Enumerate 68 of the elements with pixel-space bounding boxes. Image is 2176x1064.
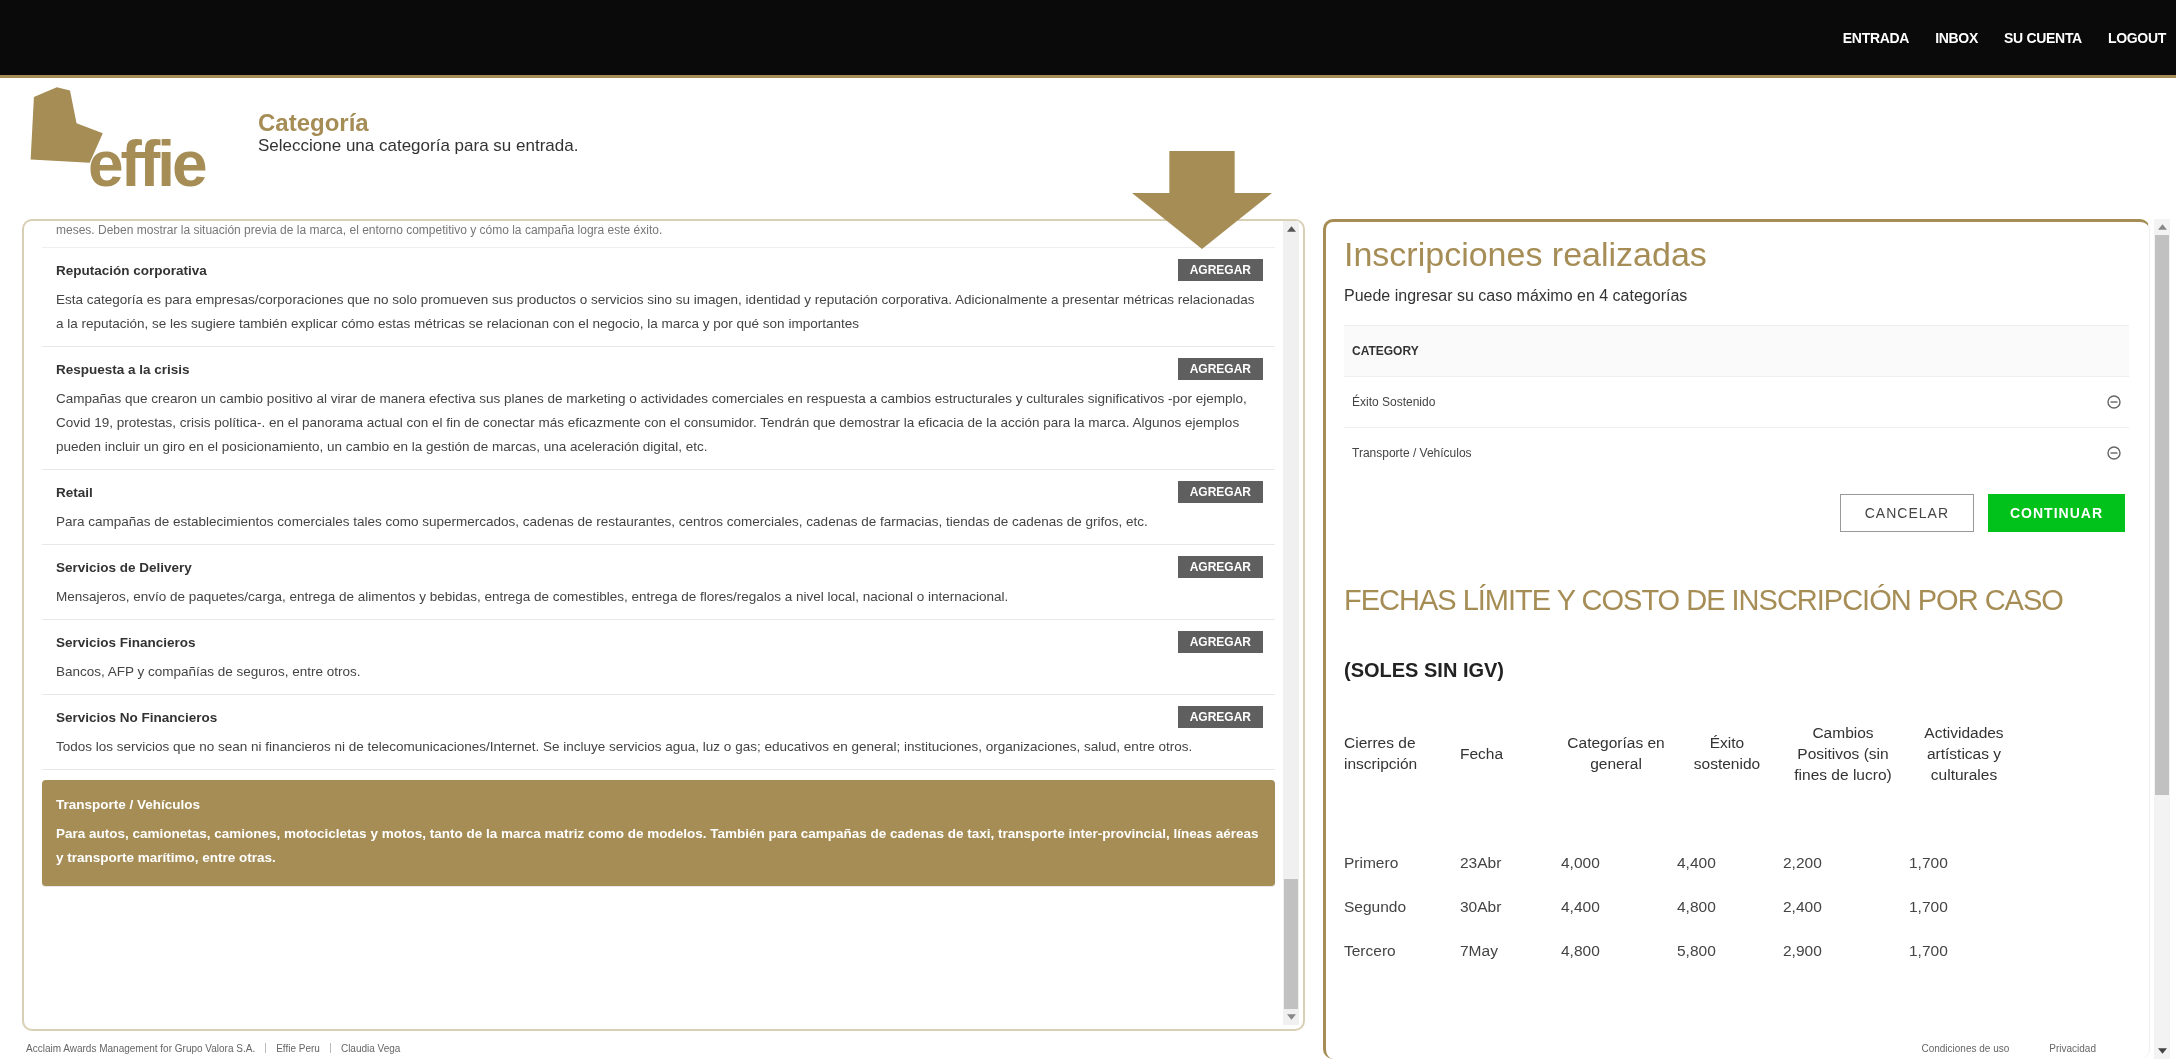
logo-text: effie [88,132,205,196]
nav-link[interactable]: INBOX [1935,29,1978,46]
cancel-button[interactable]: CANCELAR [1839,493,1974,532]
table-cell-text: 4,400 [1677,852,1717,873]
table-cell-text: 7May [1460,940,1499,961]
category-title: Transporte / Vehículos [56,796,201,812]
footer-link[interactable]: Claudia Vega [340,1042,401,1054]
nav-link[interactable]: LOGOUT [2107,29,2166,46]
table-cell-text: 2,200 [1783,852,1823,873]
footer-link[interactable]: Condiciones de uso [1921,1042,2010,1054]
column-header: CATEGORY [1344,324,2129,377]
category-description: Para campañas de establecimientos comerciales tales como supermercados, cadenas de restaurantes, centros comerciales, cadenas de farmacias, tiendas de cadenas de grifos, etc. [56,513,1149,531]
add-button[interactable]: AGREGAR [1177,259,1263,281]
table-cell-text: 23Abr [1460,852,1503,873]
category-item[interactable]: Servicios de Delivery AGREGAR Mensajeros, envío de paquetes/carga, entrega de alimentos y bebidas, entrega de comestibles, entrega de flores/regalos a nivel local, nacional o internacional. [42,545,1275,620]
category-description: meses. Deben mostrar la situación previa de la marca, el entorno competitivo y cómo la campaña logra este éxito. [42,221,1275,248]
table-cell-text: 1,700 [1909,896,1949,917]
column-header: Cambios Positivos (sin fines de lucro) [1793,722,1893,785]
add-button[interactable]: AGREGAR [1177,481,1263,503]
column-header: Éxito sostenido [1692,733,1762,775]
column-header: Categorías en general [1566,733,1666,775]
table-cell: Éxito Sostenido [1352,394,1436,409]
column-header: Actividades artísticas y culturales [1923,722,2005,785]
category-title: Servicios de Delivery [56,559,192,575]
table-cell-text: 4,400 [1561,896,1601,917]
section-subtitle: (SOLES SIN IGV) [1344,658,1506,682]
category-description: Mensajeros, envío de paquetes/carga, entrega de alimentos y bebidas, entrega de comestibles, entrega de flores/regalos a nivel local, nacional o internacional. [56,588,1010,606]
category-title: Retail [56,484,93,500]
column-header: Fecha [1460,743,1505,764]
table-cell-text: 30Abr [1460,896,1503,917]
table-cell-text: Tercero [1344,940,1397,961]
table-cell-text: 2,900 [1783,940,1823,961]
footer-link[interactable]: Acclaim Awards Management for Grupo Valora S.A. [26,1042,256,1054]
category-item[interactable]: Retail AGREGAR Para campañas de establecimientos comerciales tales como supermercados, cadenas de restaurantes, centros comerciales, cadenas de farmacias, tiendas de cadenas de grifos, etc. [42,470,1275,545]
category-title: Respuesta a la crisis [56,361,190,377]
category-title: Servicios No Financieros [56,709,218,725]
footer-link[interactable]: Effie Peru [276,1042,320,1054]
category-description: Bancos, AFP y compañías de seguros, entre otros. [56,663,362,681]
table-cell-text: 1,700 [1909,940,1949,961]
section-title: FECHAS LÍMITE Y COSTO DE INSCRIPCIÓN POR CASO [1344,583,2064,617]
table-cell-text: Primero [1344,852,1400,873]
table-cell-text: 4,800 [1677,896,1717,917]
table-cell-text: 1,700 [1909,852,1949,873]
table-cell-text: 2,400 [1783,896,1823,917]
category-description: Esta categoría es para empresas/corporaciones que no solo promueven sus productos o servicios sino su imagen, identidad y reputación corporativa. Adicionalmente a presentar métricas relacionadas a la reputación, se les sugiere también explicar cómo estas métricas se relacionan con el negocio, la marca y por qué son importantes [56,291,1256,333]
category-title: Servicios Financieros [56,634,196,650]
footer-link[interactable]: Privacidad [2049,1042,2096,1054]
table-cell-text: Segundo [1344,896,1408,917]
category-description: Para autos, camionetas, camiones, motocicletas y motos, tanto de la marca matriz como de modelos. También para campañas de cadenas de taxi, transporte inter-provincial, líneas aéreas y transporte marítimo, entre otras. [56,825,1260,867]
add-button[interactable]: AGREGAR [1177,556,1263,578]
column-header: Cierres de inscripción [1344,733,1419,775]
add-button[interactable]: AGREGAR [1177,706,1263,728]
table-cell-text: 4,800 [1561,940,1601,961]
table-cell-text: 4,000 [1561,852,1601,873]
section-subtitle: Puede ingresar su caso máximo en 4 categorías [1344,286,1689,305]
category-title: Reputación corporativa [56,262,207,278]
page-subtitle: Seleccione una categoría para su entrada. [258,136,579,157]
nav-link[interactable]: ENTRADA [1842,29,1910,46]
category-description: Campañas que crearon un cambio positivo al virar de manera efectiva sus planes de marketing o actividades comerciales en respuesta a cambios estructurales y culturales significativos -por ejemplo, Covid 19, protestas, crisis política-. en el panorama actual con el fin de conectar más eficazmente con el consumidor. Tendrán que demostrar la eficacia de la acción para la marca. Algunos ejemplos pueden incluir un giro en el posicionamiento, un cambio en la gestión de marcas, una aceleración digital, etc. [56,390,1248,456]
table-cell-text: 5,800 [1677,940,1717,961]
nav-link[interactable]: SU CUENTA [2003,29,2082,46]
category-item[interactable]: Servicios Financieros AGREGAR Bancos, AFP y compañías de seguros, entre otros. [42,620,1275,695]
section-title: Inscripciones realizadas [1344,234,1708,275]
table-cell: Transporte / Vehículos [1352,445,1472,460]
add-button[interactable]: AGREGAR [1177,358,1263,380]
add-button[interactable]: AGREGAR [1177,631,1263,653]
page-title: Categoría [258,110,370,137]
category-description: Todos los servicios que no sean ni financieros ni de telecomunicaciones/Internet. Se incluye servicios agua, luz o gas; educativos en general; instituciones, organizaciones, salud, entre otros. [56,738,1194,756]
